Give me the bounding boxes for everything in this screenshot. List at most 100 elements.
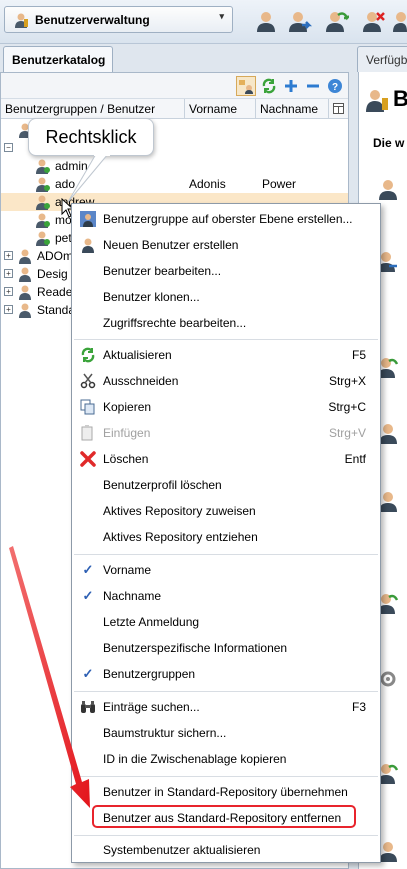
tree-view-button[interactable] bbox=[236, 76, 256, 96]
help-button[interactable]: ? bbox=[325, 76, 345, 96]
user-icon-button[interactable] bbox=[251, 6, 281, 36]
module-select[interactable]: Benutzerverwaltung ▾ bbox=[4, 6, 233, 33]
menu-item-toggle-last-login[interactable]: Letzte Anmeldung bbox=[72, 609, 380, 635]
minus-icon bbox=[307, 84, 319, 88]
menu-item-shortcut: Strg+X bbox=[328, 374, 366, 388]
menu-item-edit-access[interactable]: Zugriffsrechte bearbeiten... bbox=[72, 310, 380, 336]
user-icon bbox=[80, 237, 96, 253]
group-name: Standa bbox=[37, 303, 76, 317]
tree-row-ado[interactable]: ado Adonis Power bbox=[1, 175, 348, 193]
expand-icon[interactable]: + bbox=[4, 305, 13, 314]
menu-item-revoke-repo[interactable]: Aktives Repository entziehen bbox=[72, 524, 380, 550]
group-name: Desig bbox=[37, 267, 68, 281]
delete-icon bbox=[80, 451, 96, 467]
menu-item-label: Löschen bbox=[103, 452, 149, 466]
tree-row-admin[interactable]: admin bbox=[1, 157, 348, 175]
menu-item-update-system-users[interactable]: Systembenutzer aktualisieren bbox=[72, 837, 380, 863]
tab-benutzerkatalog[interactable]: Benutzerkatalog bbox=[3, 46, 113, 72]
menu-item-label: Benutzerspezifische Informationen bbox=[103, 641, 288, 655]
column-name-header[interactable]: Benutzergruppen / Benutzer bbox=[5, 102, 155, 116]
menu-item-label: Aktives Repository zuweisen bbox=[103, 504, 256, 518]
menu-item-label: Benutzerprofil löschen bbox=[103, 478, 222, 492]
menu-item-label: Benutzergruppe auf oberster Ebene erstel… bbox=[103, 212, 353, 226]
menu-item-add-to-standard-repo[interactable]: Benutzer in Standard-Repository übernehm… bbox=[72, 779, 380, 805]
add-button[interactable] bbox=[281, 76, 301, 96]
menu-item-create-top-group[interactable]: Benutzergruppe auf oberster Ebene erstel… bbox=[72, 206, 380, 232]
menu-item-shortcut: F3 bbox=[351, 700, 366, 714]
user-export-button[interactable] bbox=[285, 6, 315, 36]
menu-item-label: Zugriffsrechte bearbeiten... bbox=[103, 316, 247, 330]
column-chooser-icon[interactable] bbox=[333, 103, 344, 117]
menu-item-label: ID in die Zwischenablage kopieren bbox=[103, 752, 287, 766]
toolbar-overflow-icon[interactable] bbox=[392, 6, 407, 36]
tab-label: Verfügb bbox=[366, 52, 407, 67]
user-delete-icon bbox=[363, 12, 385, 32]
menu-item-shortcut: F5 bbox=[351, 348, 366, 362]
menu-item-clone-user[interactable]: Benutzer klonen... bbox=[72, 284, 380, 310]
menu-item-label: Benutzer klonen... bbox=[103, 290, 200, 304]
menu-item-assign-repo[interactable]: Aktives Repository zuweisen bbox=[72, 498, 380, 524]
menu-item-create-user[interactable]: Neuen Benutzer erstellen bbox=[72, 232, 380, 258]
refresh-icon bbox=[80, 347, 96, 363]
user-name: pet bbox=[55, 231, 72, 245]
column-firstname-header[interactable]: Vorname bbox=[189, 102, 237, 116]
refresh-icon bbox=[262, 78, 276, 94]
help-icon: ? bbox=[328, 79, 342, 93]
copy-icon bbox=[80, 399, 96, 415]
checkmark-icon: ✓ bbox=[82, 666, 94, 681]
group-icon bbox=[19, 249, 31, 264]
highlight-box bbox=[92, 805, 356, 828]
remove-button[interactable] bbox=[303, 76, 323, 96]
tab-strip: Benutzerkatalog Verfügb bbox=[0, 44, 407, 72]
expand-icon[interactable]: + bbox=[4, 251, 13, 260]
menu-item-toggle-firstname[interactable]: ✓ Vorname bbox=[72, 557, 380, 583]
menu-item-paste[interactable]: Einfügen Strg+V bbox=[72, 420, 380, 446]
user-import-button[interactable] bbox=[322, 6, 352, 36]
tab-verfuegbar[interactable]: Verfügb bbox=[357, 46, 407, 72]
menu-item-label: Ausschneiden bbox=[103, 374, 179, 388]
module-select-value: Benutzerverwaltung bbox=[35, 12, 150, 27]
tree-view-icon bbox=[239, 80, 253, 94]
menu-item-label: Letzte Anmeldung bbox=[103, 615, 200, 629]
collapse-icon[interactable]: − bbox=[4, 143, 13, 152]
menu-item-edit-user[interactable]: Benutzer bearbeiten... bbox=[72, 258, 380, 284]
menu-item-toggle-lastname[interactable]: ✓ Nachname bbox=[72, 583, 380, 609]
expand-icon[interactable]: + bbox=[4, 287, 13, 296]
user-icon bbox=[36, 213, 50, 228]
menu-item-label: Baumstruktur sichern... bbox=[103, 726, 227, 740]
column-lastname-header[interactable]: Nachname bbox=[260, 102, 318, 116]
menu-item-label: Systembenutzer aktualisieren bbox=[103, 843, 261, 857]
menu-item-copy[interactable]: Kopieren Strg+C bbox=[72, 394, 380, 420]
menu-item-find[interactable]: Einträge suchen... F3 bbox=[72, 694, 380, 720]
menu-item-save-tree[interactable]: Baumstruktur sichern... bbox=[72, 720, 380, 746]
user-icon bbox=[257, 12, 275, 32]
menu-item-label: Benutzer bearbeiten... bbox=[103, 264, 222, 278]
menu-item-shortcut: Strg+C bbox=[328, 400, 366, 414]
menu-item-toggle-user-groups[interactable]: ✓ Benutzergruppen bbox=[72, 661, 380, 687]
user-admin-icon bbox=[15, 13, 28, 28]
menu-item-toggle-user-info[interactable]: Benutzerspezifische Informationen bbox=[72, 635, 380, 661]
menu-item-refresh[interactable]: Aktualisieren F5 bbox=[72, 342, 380, 368]
menu-item-delete-profile[interactable]: Benutzerprofil löschen bbox=[72, 472, 380, 498]
chevron-down-icon: ▾ bbox=[219, 11, 224, 21]
group-create-icon bbox=[80, 211, 96, 227]
menu-item-label: Aktualisieren bbox=[103, 348, 172, 362]
menu-item-label: Einträge suchen... bbox=[103, 700, 200, 714]
menu-item-delete[interactable]: Löschen Entf bbox=[72, 446, 380, 472]
menu-item-label: Kopieren bbox=[103, 400, 152, 414]
callout-text: Rechtsklick bbox=[45, 126, 137, 147]
details-subtitle: Die w bbox=[373, 136, 405, 150]
menu-item-label: Neuen Benutzer erstellen bbox=[103, 238, 239, 252]
user-delete-button[interactable] bbox=[359, 6, 389, 36]
user-icon bbox=[36, 177, 50, 192]
refresh-button[interactable] bbox=[259, 76, 279, 96]
expand-icon[interactable]: + bbox=[4, 269, 13, 278]
column-header: Benutzergruppen / Benutzer Vorname Nachn… bbox=[1, 99, 348, 119]
user-export-icon bbox=[289, 12, 312, 32]
menu-item-copy-id[interactable]: ID in die Zwischenablage kopieren bbox=[72, 746, 380, 772]
menu-item-label: Vorname bbox=[103, 563, 152, 577]
menu-item-cut[interactable]: Ausschneiden Strg+X bbox=[72, 368, 380, 394]
paste-icon bbox=[80, 425, 96, 441]
group-name: Reade bbox=[37, 285, 73, 299]
menu-item-shortcut: Strg+V bbox=[328, 426, 366, 440]
